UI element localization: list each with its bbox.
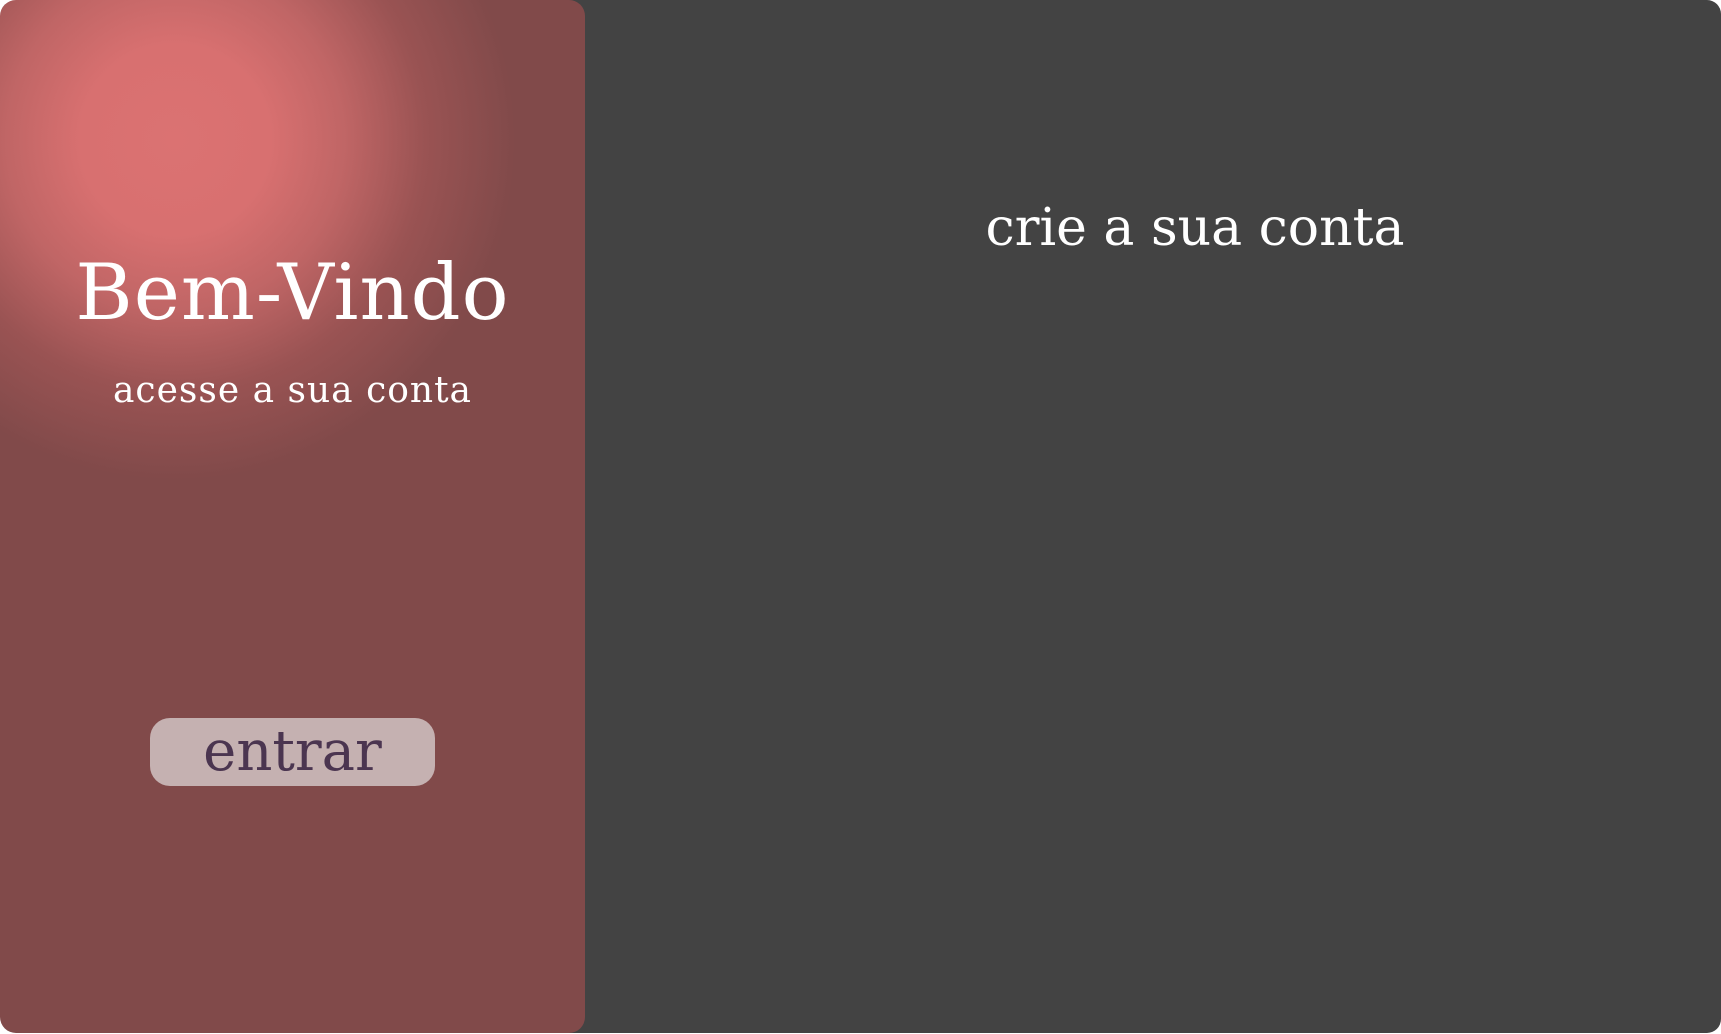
welcome-title: Bem-Vindo — [75, 248, 510, 338]
welcome-subtitle: acesse a sua conta — [112, 370, 473, 411]
app-window: Bem-Vindo acesse a sua conta entrar crie… — [0, 0, 1721, 1034]
welcome-panel: Bem-Vindo acesse a sua conta entrar — [0, 0, 585, 1033]
signup-panel — [560, 0, 1721, 1033]
login-button[interactable]: entrar — [150, 718, 435, 786]
signup-title: crie a sua conta — [985, 198, 1405, 258]
